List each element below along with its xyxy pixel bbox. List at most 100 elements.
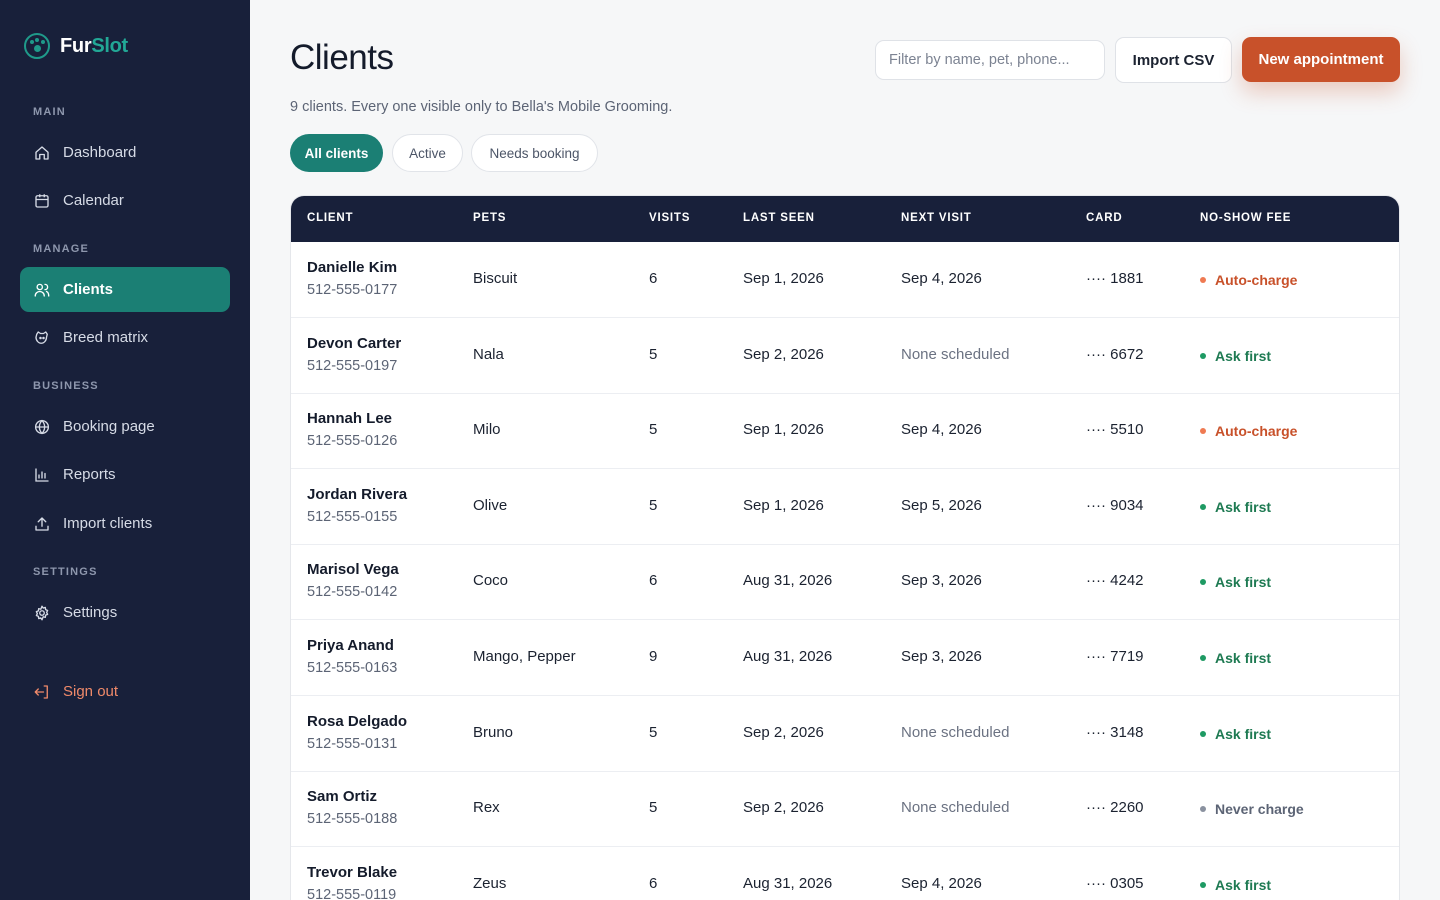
client-cell: Jordan Rivera 512-555-0155 (307, 486, 407, 525)
pets-cell: Milo (473, 421, 501, 439)
visits-cell: 6 (649, 874, 658, 892)
client-phone: 512-555-0126 (307, 433, 398, 450)
client-phone: 512-555-0188 (307, 811, 398, 828)
last-seen-cell: Sep 1, 2026 (743, 270, 824, 287)
brand-logo[interactable]: FurSlot (24, 32, 128, 60)
column-header-client[interactable]: CLIENT (307, 212, 353, 224)
nav-section-manage: MANAGE (33, 243, 90, 255)
new-appointment-button[interactable]: New appointment (1242, 37, 1400, 82)
status-dot-icon (1200, 352, 1206, 359)
no-show-fee-label: Ask first (1215, 498, 1272, 515)
nav-section-business: BUSINESS (33, 380, 99, 392)
visits-cell: 6 (649, 572, 658, 590)
client-cell: Priya Anand 512-555-0163 (307, 637, 397, 676)
no-show-fee-badge[interactable]: Ask first (1200, 726, 1271, 742)
client-name[interactable]: Jordan Rivera (307, 486, 407, 503)
client-name[interactable]: Trevor Blake (307, 864, 397, 881)
client-name[interactable]: Rosa Delgado (307, 713, 407, 730)
card-cell: ···· 0305 (1086, 874, 1144, 892)
table-row[interactable]: Hannah Lee 512-555-0126 Milo 5 Sep 1, 2026 Se… (291, 393, 1399, 470)
table-row[interactable]: Jordan Rivera 512-555-0155 Olive 5 Sep 1, 20… (291, 469, 1399, 545)
column-header-card[interactable]: CARD (1086, 212, 1122, 224)
sidebar-item-label: Dashboard (63, 144, 137, 161)
table-row[interactable]: Marisol Vega 512-555-0142 Coco 6 Aug 31, 202… (291, 544, 1399, 621)
import-csv-button[interactable]: Import CSV (1115, 37, 1232, 83)
filter-chip-needs-booking[interactable]: Needs booking (471, 134, 598, 172)
table-row[interactable]: Devon Carter 512-555-0197 Nala 5 Sep 2, 2026… (291, 318, 1399, 394)
no-show-fee-badge[interactable]: Ask first (1200, 499, 1271, 515)
sidebar-item-reports[interactable]: Reports (20, 452, 230, 497)
pets-cell: Olive (473, 496, 508, 514)
card-cell: ···· 3148 (1086, 723, 1144, 741)
sign-out-button[interactable]: Sign out (20, 669, 230, 714)
next-visit-cell: Sep 5, 2026 (901, 496, 982, 514)
client-name[interactable]: Sam Ortiz (307, 788, 397, 805)
brand-name: FurSlot (60, 34, 128, 57)
column-header-visits[interactable]: VISITS (649, 212, 690, 224)
card-cell: ···· 1881 (1086, 270, 1144, 287)
last-seen-cell: Sep 2, 2026 (743, 345, 824, 363)
nav-section-settings: SETTINGS (33, 566, 98, 578)
no-show-fee-badge[interactable]: Ask first (1200, 877, 1271, 893)
pets-cell: Coco (473, 572, 509, 590)
pets-cell: Rex (473, 799, 500, 817)
no-show-fee-label: Ask first (1215, 347, 1272, 364)
no-show-fee-label: Auto-charge (1215, 423, 1298, 440)
next-visit-cell: None scheduled (901, 723, 1010, 741)
client-name[interactable]: Danielle Kim (307, 259, 397, 276)
paw-icon (24, 33, 50, 59)
no-show-fee-label: Ask first (1215, 876, 1272, 893)
sidebar-item-breed-matrix[interactable]: Breed matrix (20, 315, 230, 360)
pets-cell: Zeus (473, 874, 507, 892)
sidebar-item-clients[interactable]: Clients (20, 267, 230, 312)
no-show-fee-badge[interactable]: Auto-charge (1200, 423, 1297, 439)
last-seen-cell: Sep 2, 2026 (743, 723, 824, 741)
card-cell: ···· 9034 (1086, 496, 1144, 514)
nav-section-main: MAIN (33, 106, 66, 118)
sidebar-item-label: Breed matrix (63, 329, 149, 346)
pets-cell: Mango, Pepper (473, 648, 576, 665)
client-cell: Trevor Blake 512-555-0119 (307, 864, 397, 900)
column-header-last-seen[interactable]: LAST SEEN (743, 212, 815, 224)
sidebar-item-dashboard[interactable]: Dashboard (20, 130, 230, 175)
client-name[interactable]: Devon Carter (307, 335, 401, 352)
status-dot-icon (1200, 428, 1206, 435)
filter-chip-all-clients[interactable]: All clients (290, 134, 383, 172)
next-visit-cell: None scheduled (901, 345, 1010, 363)
table-row[interactable]: Danielle Kim 512-555-0177 Biscuit 6 Sep 1, 2… (291, 242, 1399, 318)
client-name[interactable]: Hannah Lee (307, 410, 397, 427)
table-header: CLIENT PETS VISITS LAST SEEN NEXT VISIT … (291, 196, 1399, 242)
no-show-fee-badge[interactable]: Auto-charge (1200, 272, 1297, 288)
client-name[interactable]: Marisol Vega (307, 561, 399, 578)
column-header-next-visit[interactable]: NEXT VISIT (901, 212, 972, 224)
gear-icon (35, 605, 49, 620)
visits-cell: 9 (649, 648, 658, 665)
no-show-fee-label: Ask first (1215, 574, 1272, 591)
sidebar-item-label: Reports (63, 466, 116, 483)
table-row[interactable]: Trevor Blake 512-555-0119 Zeus 6 Aug 31, 202… (291, 847, 1399, 900)
table-row[interactable]: Rosa Delgado 512-555-0131 Bruno 5 Sep 2, 202… (291, 696, 1399, 772)
filter-input[interactable] (875, 40, 1105, 80)
sidebar-item-booking-page[interactable]: Booking page (20, 404, 230, 449)
client-name[interactable]: Priya Anand (307, 637, 397, 654)
table-row[interactable]: Priya Anand 512-555-0163 Mango, Pepper 9 Aug… (291, 620, 1399, 696)
sidebar-item-calendar[interactable]: Calendar (20, 178, 230, 223)
bar-chart-icon (35, 467, 49, 482)
column-header-no-show-fee[interactable]: NO-SHOW FEE (1200, 212, 1291, 224)
client-phone: 512-555-0155 (307, 508, 398, 525)
client-phone: 512-555-0163 (307, 660, 398, 676)
no-show-fee-badge[interactable]: Never charge (1200, 801, 1304, 817)
next-visit-cell: Sep 3, 2026 (901, 572, 982, 590)
filter-chip-active[interactable]: Active (392, 134, 463, 172)
sidebar-item-settings[interactable]: Settings (20, 590, 230, 635)
card-cell: ···· 6672 (1086, 345, 1144, 363)
no-show-fee-badge[interactable]: Ask first (1200, 348, 1271, 364)
sidebar-item-import-clients[interactable]: Import clients (20, 501, 230, 546)
no-show-fee-badge[interactable]: Ask first (1200, 650, 1271, 666)
card-cell: ···· 2260 (1086, 799, 1144, 817)
client-phone: 512-555-0131 (307, 735, 398, 752)
last-seen-cell: Sep 2, 2026 (743, 799, 824, 817)
table-row[interactable]: Sam Ortiz 512-555-0188 Rex 5 Sep 2, 2026 None… (291, 771, 1399, 848)
column-header-pets[interactable]: PETS (473, 212, 506, 224)
no-show-fee-badge[interactable]: Ask first (1200, 574, 1271, 590)
